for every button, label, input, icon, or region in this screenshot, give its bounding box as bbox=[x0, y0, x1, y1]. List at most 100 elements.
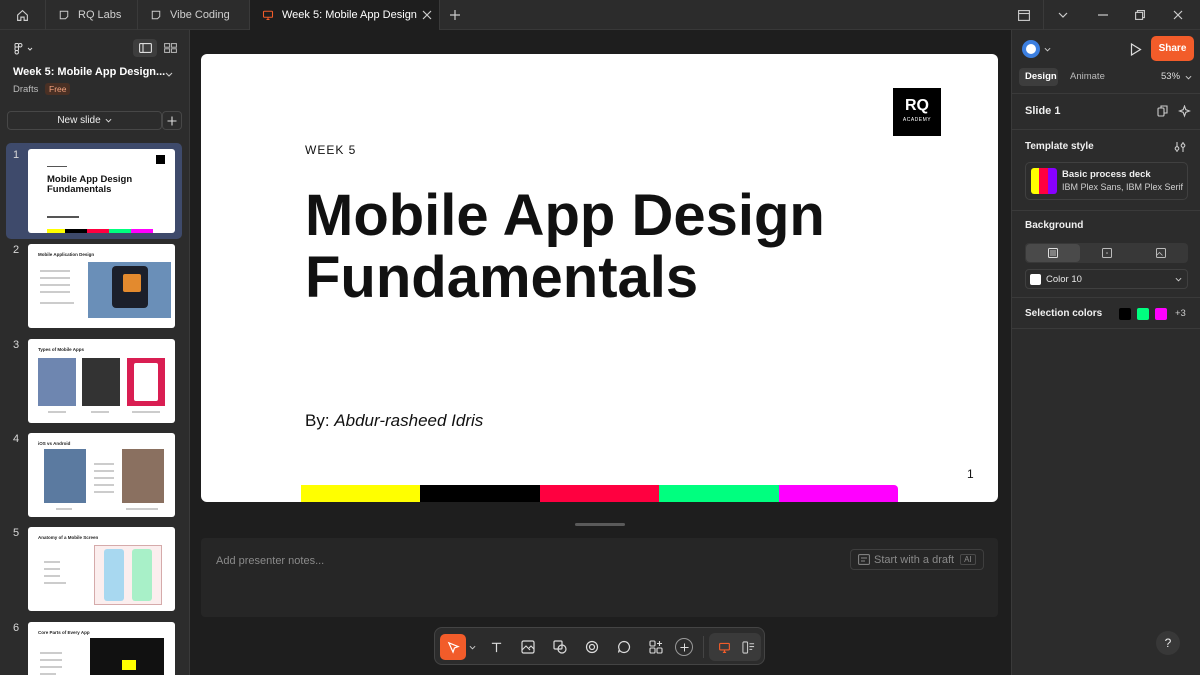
single-view-icon[interactable] bbox=[133, 39, 157, 57]
add-slide-plus-icon[interactable] bbox=[162, 111, 182, 130]
copy-style-icon[interactable] bbox=[1155, 103, 1171, 119]
byline-prefix: By: bbox=[305, 411, 330, 430]
slide-thumbnail-4[interactable]: iOS vs Android bbox=[28, 433, 175, 517]
solid-fill-icon[interactable] bbox=[1026, 244, 1080, 262]
move-tool-icon[interactable] bbox=[440, 634, 466, 660]
selection-colors-label: Selection colors bbox=[1025, 308, 1103, 319]
comment-tool-icon[interactable] bbox=[611, 634, 637, 660]
template-fonts: IBM Plex Sans, IBM Plex Serif bbox=[1062, 182, 1184, 192]
notes-resize-handle[interactable] bbox=[575, 523, 625, 526]
play-icon[interactable] bbox=[1125, 39, 1147, 59]
thumb-title: iOS vs Android bbox=[38, 441, 71, 446]
selection-color-swatches bbox=[1119, 308, 1167, 320]
tab-animate[interactable]: Animate bbox=[1070, 71, 1105, 82]
file-location[interactable]: Drafts bbox=[13, 84, 38, 95]
color-bar-segment bbox=[778, 485, 899, 502]
chevron-down-icon[interactable] bbox=[1183, 73, 1193, 81]
chevron-down-icon[interactable] bbox=[163, 68, 175, 80]
tab-bar: RQ Labs Vibe Coding Week 5: Mobile App D… bbox=[0, 0, 1200, 30]
minimize-icon[interactable] bbox=[1092, 5, 1114, 25]
zoom-level[interactable]: 53% bbox=[1161, 71, 1180, 82]
start-with-draft-button[interactable]: Start with a draft AI bbox=[850, 549, 984, 570]
slide-label: Slide 1 bbox=[1025, 105, 1061, 117]
sidebar-toggle-icon[interactable] bbox=[1012, 5, 1036, 25]
slide-thumbnail-6[interactable]: Core Parts of Every App bbox=[28, 622, 175, 675]
sparkle-icon[interactable] bbox=[1176, 103, 1192, 119]
slide-thumbnail-1[interactable]: Mobile App Design Fundamentals bbox=[28, 149, 175, 233]
slide-number: 2 bbox=[13, 244, 20, 256]
image-fill-icon[interactable] bbox=[1134, 244, 1188, 262]
chevron-down-icon bbox=[1174, 276, 1183, 283]
color-bar-segment bbox=[659, 485, 779, 502]
slide-number: 3 bbox=[13, 339, 20, 351]
home-icon[interactable] bbox=[0, 0, 46, 30]
slide-number: 4 bbox=[13, 433, 20, 445]
thumb-title: Types of Mobile Apps bbox=[38, 347, 85, 352]
slides-icon bbox=[262, 9, 274, 21]
file-icon bbox=[58, 9, 70, 21]
slides-mode-icon[interactable] bbox=[711, 634, 737, 660]
notes-placeholder[interactable]: Add presenter notes... bbox=[216, 555, 324, 567]
color-swatch bbox=[1030, 274, 1041, 285]
image-tool-icon[interactable] bbox=[515, 634, 541, 660]
thumb-title: Mobile Application Design bbox=[38, 252, 95, 257]
grid-view-icon[interactable] bbox=[158, 39, 182, 57]
interaction-tool-icon[interactable] bbox=[579, 634, 605, 660]
add-plus-icon[interactable] bbox=[671, 634, 697, 660]
window-close-icon[interactable] bbox=[1167, 5, 1189, 25]
chevron-down-icon[interactable] bbox=[467, 641, 477, 653]
tab-vibe-coding[interactable]: Vibe Coding bbox=[138, 0, 250, 30]
share-button[interactable]: Share bbox=[1151, 36, 1194, 61]
slide-number: 6 bbox=[13, 622, 20, 634]
presenter-notes[interactable]: Add presenter notes... Start with a draf… bbox=[201, 538, 998, 617]
main-menu-button[interactable] bbox=[12, 41, 36, 57]
thumb-title: Core Parts of Every App bbox=[38, 630, 90, 635]
slide-number: 5 bbox=[13, 527, 20, 539]
slide-title-line2[interactable]: Fundamentals bbox=[305, 248, 698, 308]
new-tab-plus-icon[interactable] bbox=[446, 7, 464, 23]
selection-color-swatch[interactable] bbox=[1119, 308, 1131, 320]
draft-icon bbox=[858, 554, 870, 565]
chevron-down-icon bbox=[105, 118, 112, 123]
shape-tool-icon[interactable] bbox=[547, 634, 573, 660]
slide-thumbnail-5[interactable]: Anatomy of a Mobile Screen bbox=[28, 527, 175, 611]
gradient-fill-icon[interactable] bbox=[1080, 244, 1134, 262]
text-tool-icon[interactable] bbox=[483, 634, 509, 660]
file-title[interactable]: Week 5: Mobile App Design... bbox=[13, 66, 165, 78]
logo-main: RQ bbox=[905, 97, 929, 114]
chevron-down-icon[interactable] bbox=[1052, 5, 1074, 25]
tab-week5-deck[interactable]: Week 5: Mobile App Design Fund bbox=[250, 0, 440, 30]
byline-name: Abdur-rasheed Idris bbox=[334, 411, 484, 430]
background-color-select[interactable]: Color 10 bbox=[1025, 269, 1188, 289]
template-style-card[interactable]: Basic process deck IBM Plex Sans, IBM Pl… bbox=[1025, 162, 1188, 200]
page-number: 1 bbox=[967, 467, 974, 481]
color-bar[interactable] bbox=[301, 485, 899, 502]
selection-colors-more[interactable]: +3 bbox=[1175, 308, 1186, 319]
plan-badge: Free bbox=[45, 83, 71, 95]
adjust-icon[interactable] bbox=[1172, 140, 1188, 154]
widgets-tool-icon[interactable] bbox=[643, 634, 669, 660]
selection-color-swatch[interactable] bbox=[1155, 308, 1167, 320]
rq-academy-logo[interactable]: RQ ACADEMY bbox=[893, 88, 941, 136]
slide-thumbnail-2[interactable]: Mobile Application Design bbox=[28, 244, 175, 328]
slide-byline[interactable]: By: Abdur-rasheed Idris bbox=[305, 411, 483, 431]
slide-canvas[interactable]: WEEK 5 Mobile App Design Fundamentals By… bbox=[201, 54, 998, 502]
slide-thumbnail-3[interactable]: Types of Mobile Apps bbox=[28, 339, 175, 423]
dev-mode-icon[interactable] bbox=[735, 634, 761, 660]
tab-label: RQ Labs bbox=[78, 9, 122, 21]
help-button[interactable]: ? bbox=[1156, 631, 1180, 655]
chevron-down-icon[interactable] bbox=[1042, 45, 1052, 53]
close-icon[interactable] bbox=[420, 8, 434, 22]
color-value: Color 10 bbox=[1046, 274, 1082, 285]
tab-rq-labs[interactable]: RQ Labs bbox=[46, 0, 138, 30]
color-bar-segment bbox=[539, 485, 660, 502]
avatar[interactable] bbox=[1022, 40, 1040, 58]
selection-color-swatch[interactable] bbox=[1137, 308, 1149, 320]
restore-icon[interactable] bbox=[1129, 5, 1151, 25]
new-slide-button[interactable]: New slide bbox=[7, 111, 162, 130]
slide-eyebrow[interactable]: WEEK 5 bbox=[305, 143, 356, 157]
template-name: Basic process deck bbox=[1062, 169, 1151, 180]
tab-design[interactable]: Design bbox=[1025, 71, 1057, 82]
slide-title-line1[interactable]: Mobile App Design bbox=[305, 186, 825, 246]
bottom-toolbar bbox=[434, 627, 765, 665]
